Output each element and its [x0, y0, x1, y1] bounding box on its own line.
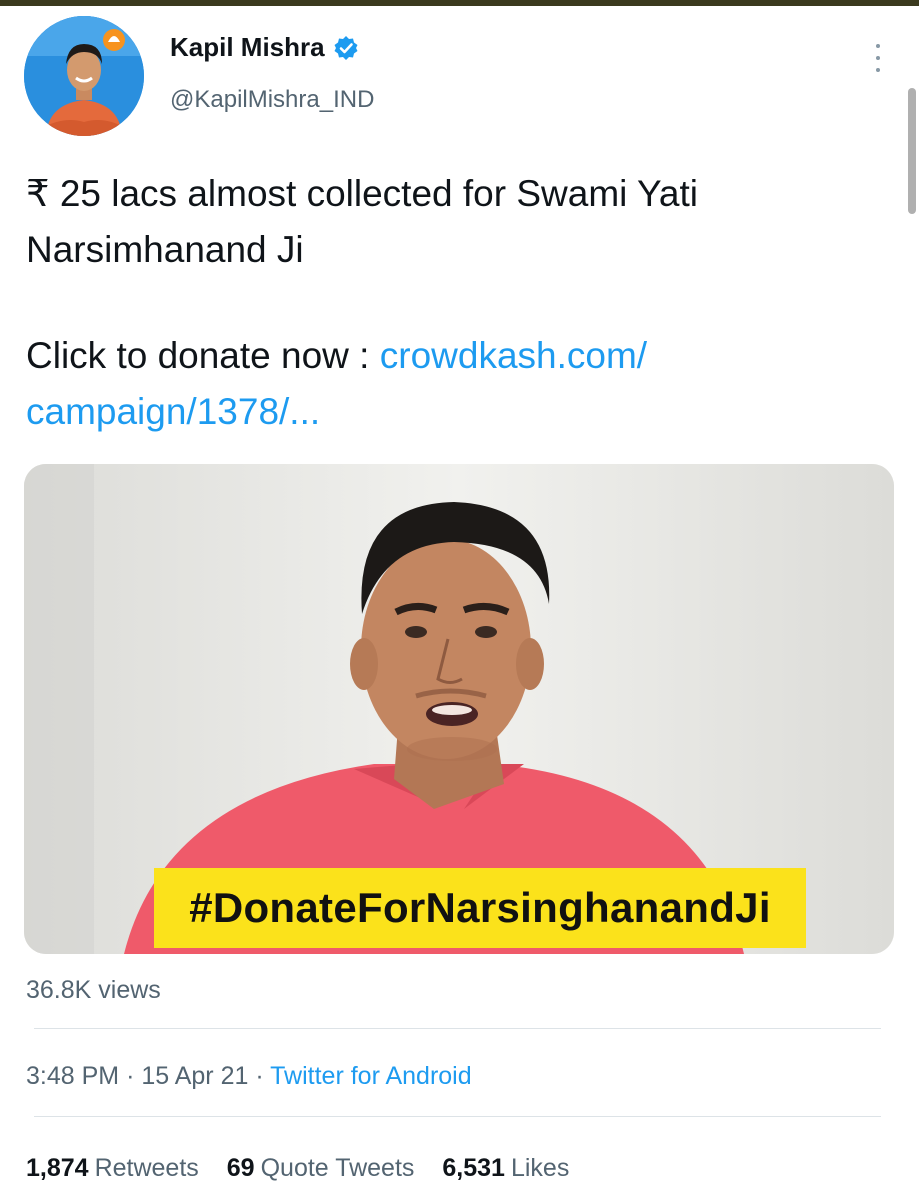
tweet-source[interactable]: Twitter for Android	[270, 1062, 471, 1090]
view-count: 36.8K views	[26, 976, 161, 1004]
separator-dot: ·	[126, 1062, 142, 1090]
video-caption: #DonateForNarsinghanandJi	[154, 868, 806, 948]
tweet-text-line-2: Click to donate now : crowdkash.com/ cam…	[26, 328, 886, 440]
retweets-label: Retweets	[94, 1154, 199, 1182]
likes-stat[interactable]: 6,531 Likes	[442, 1154, 569, 1183]
tweet-date[interactable]: 15 Apr 21	[141, 1062, 248, 1090]
retweets-stat[interactable]: 1,874 Retweets	[26, 1154, 199, 1183]
scrollbar[interactable]	[908, 88, 916, 214]
more-vertical-icon[interactable]	[864, 38, 892, 78]
quote-tweets-label: Quote Tweets	[260, 1154, 415, 1182]
tweet-stats: 1,874 Retweets 69 Quote Tweets 6,531 Likes	[26, 1154, 569, 1183]
tweet-text-line-1: ₹ 25 lacs almost collected for Swami Yat…	[26, 173, 698, 270]
tweet-card: Kapil Mishra @KapilMishra_IND ₹ 25 lacs …	[0, 6, 919, 1200]
donate-prompt: Click to donate now :	[26, 335, 380, 376]
verified-badge-icon	[333, 35, 359, 61]
likes-count: 6,531	[442, 1154, 505, 1182]
quote-tweets-stat[interactable]: 69 Quote Tweets	[227, 1154, 415, 1183]
avatar[interactable]	[24, 16, 144, 136]
quote-tweets-count: 69	[226, 1154, 255, 1182]
author-row[interactable]: Kapil Mishra	[170, 32, 359, 63]
tweet-time[interactable]: 3:48 PM	[26, 1062, 119, 1090]
divider	[34, 1116, 881, 1117]
likes-label: Likes	[510, 1154, 570, 1182]
tweet-meta: 3:48 PM · 15 Apr 21 · Twitter for Androi…	[26, 1062, 472, 1091]
retweets-count: 1,874	[26, 1154, 89, 1182]
tweet-text: ₹ 25 lacs almost collected for Swami Yat…	[26, 166, 886, 440]
divider	[34, 1028, 881, 1029]
author-handle[interactable]: @KapilMishra_IND	[170, 86, 374, 114]
tweet-video[interactable]: #DonateForNarsinghanandJi	[24, 464, 894, 954]
separator-dot: ·	[255, 1062, 271, 1090]
party-logo-icon	[103, 29, 125, 51]
author-name[interactable]: Kapil Mishra	[170, 32, 325, 63]
